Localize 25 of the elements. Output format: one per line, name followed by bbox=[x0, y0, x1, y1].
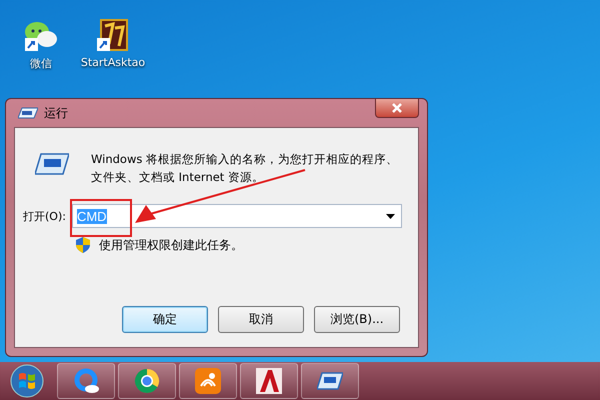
admin-note: 使用管理权限创建此任务。 bbox=[99, 236, 243, 254]
run-icon bbox=[18, 106, 38, 120]
browser-icon bbox=[134, 368, 160, 394]
taskbar-button[interactable] bbox=[118, 363, 176, 399]
close-button[interactable] bbox=[375, 99, 419, 118]
taskbar-button[interactable] bbox=[301, 363, 359, 399]
taskbar-button[interactable] bbox=[57, 363, 115, 399]
run-program-icon bbox=[35, 152, 69, 176]
caret-icon[interactable] bbox=[386, 214, 395, 218]
taskbar-button[interactable] bbox=[240, 363, 298, 399]
logo-icon bbox=[256, 368, 282, 394]
desktop-icon-label[interactable]: 微信 bbox=[30, 56, 52, 71]
annotation-rectangle bbox=[70, 199, 132, 237]
desktop-icon-label[interactable]: StartAsktao bbox=[80, 56, 146, 69]
close-icon bbox=[391, 103, 403, 113]
game-emblem-icon[interactable] bbox=[95, 18, 131, 52]
window-title: 运行 bbox=[44, 104, 68, 122]
shield-icon bbox=[75, 236, 91, 254]
dialog-button[interactable]: 取消 bbox=[218, 306, 304, 333]
taskbar-button[interactable] bbox=[179, 363, 237, 399]
description-text: Windows 将根据您所输入的名称，为您打开相应的程序、文件夹、文档或 Internet 资源。 bbox=[91, 151, 399, 186]
dialog-button[interactable]: 确定 bbox=[122, 306, 208, 333]
dialog-button[interactable]: 浏览(B)... bbox=[314, 306, 400, 333]
open-label: 打开(O): bbox=[23, 208, 66, 224]
start-orb-icon[interactable] bbox=[10, 364, 44, 398]
